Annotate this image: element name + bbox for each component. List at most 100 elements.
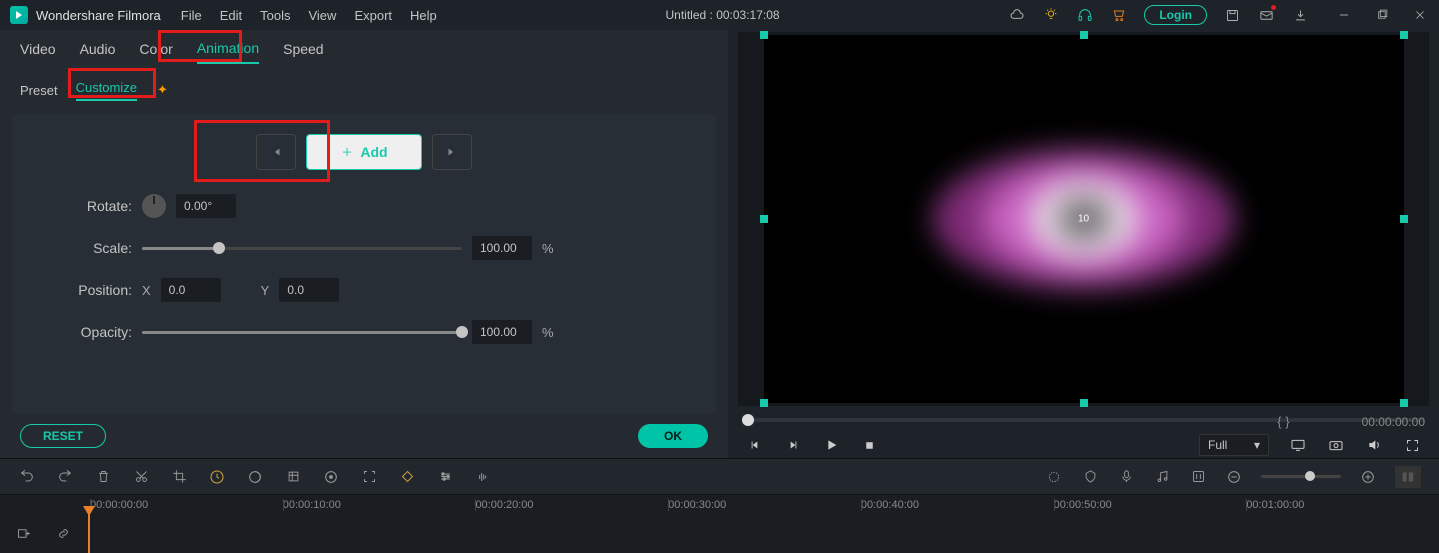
play-pause-button[interactable]: [784, 436, 802, 454]
timeline-ruler[interactable]: 00:00:00:00 00:00:10:00 00:00:20:00 00:0…: [0, 494, 1439, 514]
cart-icon[interactable]: [1110, 6, 1128, 24]
fullscreen-icon[interactable]: [1403, 436, 1421, 454]
detect-icon[interactable]: [360, 468, 378, 486]
position-x-input[interactable]: [161, 278, 221, 302]
minimize-icon[interactable]: [1335, 6, 1353, 24]
scale-slider-thumb[interactable]: [213, 242, 225, 254]
volume-icon[interactable]: [1365, 436, 1383, 454]
redo-icon[interactable]: [56, 468, 74, 486]
timeline-tracks[interactable]: [0, 514, 1439, 553]
login-button[interactable]: Login: [1144, 5, 1207, 25]
stop-button[interactable]: [860, 436, 878, 454]
color-icon[interactable]: [246, 468, 264, 486]
handle-mr[interactable]: [1400, 215, 1408, 223]
link-track-icon[interactable]: [54, 525, 72, 543]
panel-actions: RESET OK: [0, 414, 728, 458]
speed-icon[interactable]: [208, 468, 226, 486]
prev-keyframe-button[interactable]: [256, 134, 296, 170]
scale-value-input[interactable]: [472, 236, 532, 260]
greenscreen-icon[interactable]: [284, 468, 302, 486]
app-logo: [10, 6, 28, 24]
music-icon[interactable]: [1153, 468, 1171, 486]
tab-video[interactable]: Video: [20, 41, 56, 63]
timeline-playhead[interactable]: [88, 514, 90, 553]
menu-bar: File Edit Tools View Export Help: [181, 8, 437, 23]
preview-panel: 10 { } 00:00:00:00 Full▾: [728, 30, 1439, 458]
opacity-slider[interactable]: [142, 331, 462, 334]
tab-color[interactable]: Color: [139, 41, 172, 63]
position-y-input[interactable]: [279, 278, 339, 302]
handle-tr[interactable]: [1400, 31, 1408, 39]
scale-slider[interactable]: [142, 247, 462, 250]
mail-icon[interactable]: [1257, 6, 1275, 24]
handle-br[interactable]: [1400, 399, 1408, 407]
track-layout-icon[interactable]: [1395, 466, 1421, 488]
ruler-tick-5: 00:00:50:00: [1054, 499, 1112, 511]
preview-seekbar[interactable]: { } 00:00:00:00: [742, 418, 1425, 422]
zoom-slider[interactable]: [1261, 475, 1341, 478]
motion-icon[interactable]: [322, 468, 340, 486]
save-icon[interactable]: [1223, 6, 1241, 24]
display-icon[interactable]: [1289, 436, 1307, 454]
menu-help[interactable]: Help: [410, 8, 437, 23]
ok-button[interactable]: OK: [638, 424, 708, 448]
preview-timecode: 00:00:00:00: [1362, 415, 1425, 429]
video-frame[interactable]: 10: [764, 35, 1404, 403]
opacity-label: Opacity:: [42, 324, 132, 340]
scale-unit: %: [542, 241, 554, 256]
zoom-out-icon[interactable]: [1225, 468, 1243, 486]
resolution-select[interactable]: Full▾: [1199, 434, 1269, 456]
preview-seekbar-thumb[interactable]: [742, 414, 754, 426]
handle-tl[interactable]: [760, 31, 768, 39]
audio-waveform-icon[interactable]: [474, 468, 492, 486]
tab-audio[interactable]: Audio: [80, 41, 116, 63]
handle-tm[interactable]: [1080, 31, 1088, 39]
titlebar: Wondershare Filmora File Edit Tools View…: [0, 0, 1439, 30]
add-keyframe-button[interactable]: Add: [306, 134, 422, 170]
headphones-icon[interactable]: [1076, 6, 1094, 24]
lightbulb-icon[interactable]: [1042, 6, 1060, 24]
handle-ml[interactable]: [760, 215, 768, 223]
mic-icon[interactable]: [1117, 468, 1135, 486]
handle-bm[interactable]: [1080, 399, 1088, 407]
rotate-dial[interactable]: [142, 194, 166, 218]
snapshot-icon[interactable]: [1327, 436, 1345, 454]
opacity-value-input[interactable]: [472, 320, 532, 344]
menu-file[interactable]: File: [181, 8, 202, 23]
keyframe-icon[interactable]: [398, 468, 416, 486]
zoom-in-icon[interactable]: [1359, 468, 1377, 486]
maximize-icon[interactable]: [1373, 6, 1391, 24]
menu-tools[interactable]: Tools: [260, 8, 290, 23]
menu-view[interactable]: View: [308, 8, 336, 23]
tab-speed[interactable]: Speed: [283, 41, 323, 63]
subtab-customize[interactable]: Customize: [76, 80, 137, 101]
titlebar-right: Login: [1008, 5, 1429, 25]
tab-animation[interactable]: Animation: [197, 40, 259, 64]
opacity-slider-thumb[interactable]: [456, 326, 468, 338]
next-keyframe-button[interactable]: [432, 134, 472, 170]
cloud-icon[interactable]: [1008, 6, 1026, 24]
sliders-icon[interactable]: [436, 468, 454, 486]
close-icon[interactable]: [1411, 6, 1429, 24]
cut-icon[interactable]: [132, 468, 150, 486]
marker-icon[interactable]: [1081, 468, 1099, 486]
delete-icon[interactable]: [94, 468, 112, 486]
handle-bl[interactable]: [760, 399, 768, 407]
subtab-preset[interactable]: Preset: [20, 83, 58, 98]
preview-viewport[interactable]: 10: [738, 32, 1429, 406]
zoom-slider-thumb[interactable]: [1305, 471, 1315, 481]
crop-icon[interactable]: [170, 468, 188, 486]
add-track-icon[interactable]: [14, 525, 32, 543]
menu-edit[interactable]: Edit: [220, 8, 242, 23]
undo-icon[interactable]: [18, 468, 36, 486]
add-keyframe-label: Add: [360, 144, 387, 160]
download-icon[interactable]: [1291, 6, 1309, 24]
step-back-button[interactable]: [746, 436, 764, 454]
mixer-icon[interactable]: [1189, 468, 1207, 486]
reset-button[interactable]: RESET: [20, 424, 106, 448]
play-button[interactable]: [822, 436, 840, 454]
position-row: Position: X Y: [42, 278, 686, 302]
mask-dots-icon[interactable]: [1045, 468, 1063, 486]
rotate-value-input[interactable]: [176, 194, 236, 218]
menu-export[interactable]: Export: [354, 8, 392, 23]
